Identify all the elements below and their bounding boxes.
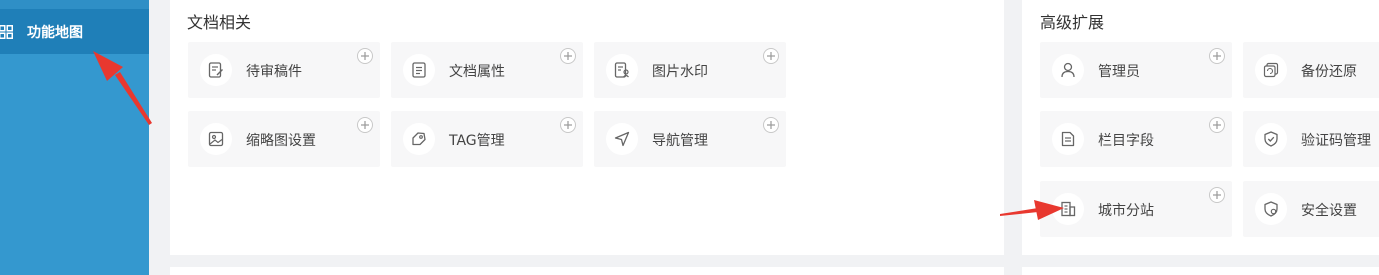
card-image-watermark[interactable]: 图片水印 xyxy=(594,42,786,98)
bottom-panel-docs xyxy=(170,267,1004,275)
add-shortcut-button[interactable] xyxy=(1209,117,1225,133)
document-icon xyxy=(403,54,435,86)
docs-panel: 文档相关 待审稿件 文档属性 图片水印 缩略图设置 TAG管理 导航管理 xyxy=(170,0,1004,255)
plus-icon xyxy=(361,52,369,60)
shield-check-icon xyxy=(1255,123,1287,155)
plus-icon xyxy=(564,121,572,129)
backup-icon xyxy=(1255,54,1287,86)
card-label: 备份还原 xyxy=(1301,64,1357,80)
grid-icon xyxy=(0,24,13,39)
card-city-substation[interactable]: 城市分站 xyxy=(1040,181,1232,237)
add-shortcut-button[interactable] xyxy=(357,117,373,133)
card-tag-management[interactable]: TAG管理 xyxy=(391,111,583,167)
plus-icon xyxy=(1213,191,1221,199)
plus-icon xyxy=(1213,121,1221,129)
tag-icon xyxy=(403,123,435,155)
navigation-icon xyxy=(606,123,638,155)
card-security-settings[interactable]: 安全设置 xyxy=(1243,181,1379,237)
card-backup-restore[interactable]: 备份还原 xyxy=(1243,42,1379,98)
image-icon xyxy=(200,123,232,155)
card-label: TAG管理 xyxy=(449,133,505,149)
card-doc-attributes[interactable]: 文档属性 xyxy=(391,42,583,98)
card-label: 缩略图设置 xyxy=(246,133,316,149)
card-administrator[interactable]: 管理员 xyxy=(1040,42,1232,98)
card-label: 管理员 xyxy=(1098,64,1140,80)
add-shortcut-button[interactable] xyxy=(763,117,779,133)
image-watermark-icon xyxy=(606,54,638,86)
card-label: 栏目字段 xyxy=(1098,133,1154,149)
bottom-panel-advanced xyxy=(1022,267,1379,275)
add-shortcut-button[interactable] xyxy=(763,48,779,64)
sidebar: 功能地图 xyxy=(0,0,149,275)
field-doc-icon xyxy=(1052,123,1084,155)
card-pending-drafts[interactable]: 待审稿件 xyxy=(188,42,380,98)
card-thumbnail-settings[interactable]: 缩略图设置 xyxy=(188,111,380,167)
plus-icon xyxy=(361,121,369,129)
card-label: 验证码管理 xyxy=(1301,133,1371,149)
card-label: 待审稿件 xyxy=(246,64,302,80)
sidebar-item-function-map[interactable]: 功能地图 xyxy=(0,9,149,54)
add-shortcut-button[interactable] xyxy=(1209,187,1225,203)
panel-title-advanced: 高级扩展 xyxy=(1040,13,1105,32)
card-column-fields[interactable]: 栏目字段 xyxy=(1040,111,1232,167)
add-shortcut-button[interactable] xyxy=(357,48,373,64)
card-label: 文档属性 xyxy=(449,64,505,80)
user-icon xyxy=(1052,54,1084,86)
advanced-panel: 高级扩展 管理员 备份还原 栏目字段 验证码管理 城市分站 安全设置 xyxy=(1022,0,1379,255)
add-shortcut-button[interactable] xyxy=(560,48,576,64)
sidebar-top-strip xyxy=(0,0,149,9)
plus-icon xyxy=(1213,52,1221,60)
plus-icon xyxy=(564,52,572,60)
card-navigation-management[interactable]: 导航管理 xyxy=(594,111,786,167)
plus-icon xyxy=(767,52,775,60)
building-icon xyxy=(1052,193,1084,225)
edit-doc-icon xyxy=(200,54,232,86)
card-label: 安全设置 xyxy=(1301,203,1357,219)
card-label: 城市分站 xyxy=(1098,203,1154,219)
panel-title-docs: 文档相关 xyxy=(187,13,252,32)
card-captcha-management[interactable]: 验证码管理 xyxy=(1243,111,1379,167)
security-icon xyxy=(1255,193,1287,225)
add-shortcut-button[interactable] xyxy=(1209,48,1225,64)
card-label: 导航管理 xyxy=(652,133,708,149)
add-shortcut-button[interactable] xyxy=(560,117,576,133)
card-label: 图片水印 xyxy=(652,64,708,80)
sidebar-item-label: 功能地图 xyxy=(27,24,83,41)
plus-icon xyxy=(767,121,775,129)
